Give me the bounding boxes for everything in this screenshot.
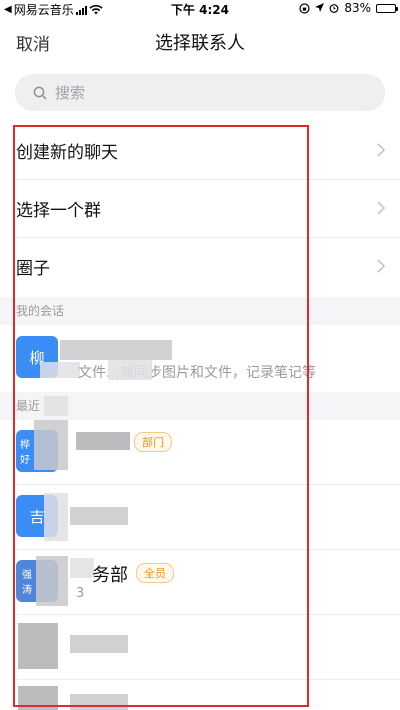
alarm-icon: [329, 4, 339, 13]
create-new-chat-row[interactable]: 创建新的聊天: [0, 122, 400, 179]
redacted-block: [76, 432, 130, 450]
department-tag: 部门: [134, 432, 172, 452]
page-title: 选择联系人: [155, 33, 245, 54]
redacted-block: [70, 694, 128, 710]
redacted-block: [70, 635, 128, 653]
chevron-right-icon: [377, 259, 386, 273]
recent-chat-row[interactable]: 吉: [0, 485, 400, 549]
search-bar[interactable]: [15, 74, 385, 111]
redacted-block: [40, 362, 80, 378]
status-bar: ◀ 网易云音乐 下午 4:24 83%: [0, 0, 400, 17]
select-group-label: 选择一个群: [16, 201, 101, 221]
rotation-lock-icon: [299, 2, 310, 14]
status-right: 83%: [299, 1, 398, 15]
chevron-right-icon: [377, 201, 386, 215]
battery-icon: [376, 3, 398, 13]
chevron-right-icon: [377, 143, 386, 157]
my-chats-section-header: 我的会话: [0, 297, 400, 325]
redacted-block: [70, 507, 128, 525]
recent-chat-row[interactable]: [0, 680, 400, 710]
redacted-block: [70, 558, 94, 578]
circle-row[interactable]: 圈子: [0, 238, 400, 295]
my-chat-row[interactable]: 柳 文件…端同步图片和文件，记录笔记等: [0, 326, 400, 390]
nav-bar: 取消 选择联系人: [0, 26, 400, 60]
create-new-chat-label: 创建新的聊天: [16, 143, 118, 163]
recent-chat-row[interactable]: 强 涛 务部 全员 3: [0, 550, 400, 614]
redacted-block: [36, 556, 68, 606]
redacted-avatar: [18, 686, 58, 710]
search-icon: [33, 86, 47, 100]
search-input[interactable]: [53, 82, 357, 103]
location-icon: [315, 3, 325, 12]
member-count: 3: [76, 586, 85, 601]
cancel-button[interactable]: 取消: [16, 30, 50, 55]
redacted-avatar: [18, 623, 58, 669]
circle-label: 圈子: [16, 259, 50, 279]
all-staff-tag: 全员: [136, 563, 174, 583]
recent-chat-row[interactable]: 桦 好 部门: [0, 420, 400, 484]
redacted-block: [44, 396, 68, 416]
redacted-block: [44, 493, 68, 541]
avatar-text: 吉: [29, 507, 45, 526]
redacted-block: [108, 360, 152, 380]
redacted-block: [60, 340, 172, 360]
chat-name: 务部: [92, 565, 128, 586]
select-group-row[interactable]: 选择一个群: [0, 180, 400, 237]
redacted-block: [34, 420, 68, 470]
battery-percent: 83%: [344, 1, 371, 15]
recent-chat-row[interactable]: [0, 615, 400, 679]
